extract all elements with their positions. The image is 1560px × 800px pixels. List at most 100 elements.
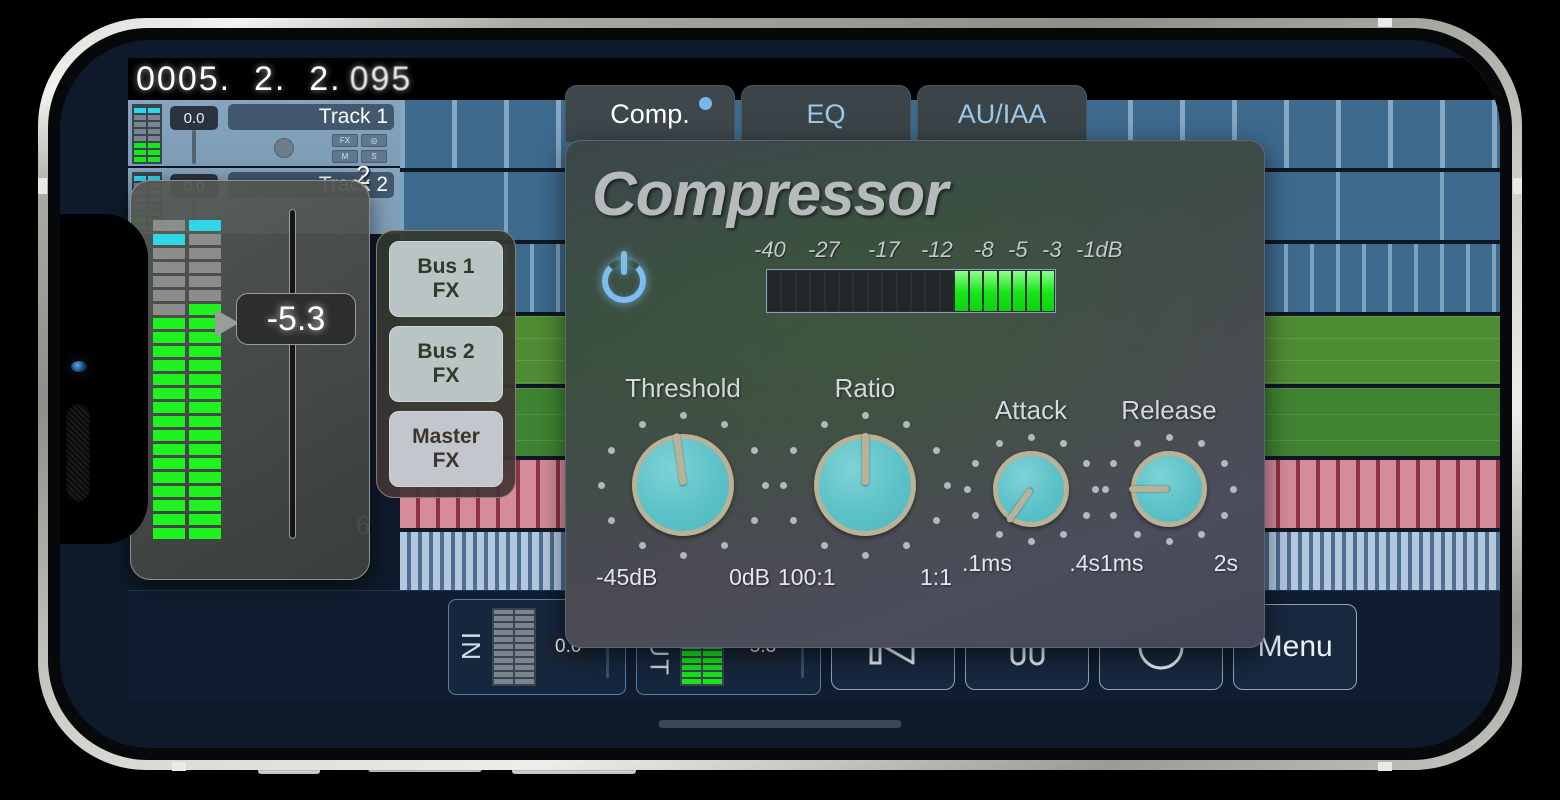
meter-segment	[811, 271, 823, 311]
front-camera-icon	[64, 352, 94, 382]
knob-pointer	[862, 433, 869, 485]
track-gain-value[interactable]: 0.0	[170, 106, 218, 130]
knob-row: Threshold -45dB 0dB Ratio 100:1	[566, 359, 1266, 599]
knob-tick-dot	[862, 412, 869, 419]
knob-tick-dot	[1028, 538, 1035, 545]
knob-tick-dot	[790, 447, 797, 454]
knob-ratio[interactable]: Ratio 100:1 1:1	[778, 373, 952, 591]
knob-tick-dot	[1060, 531, 1067, 538]
tab-au-iaa[interactable]: AU/IAA	[917, 85, 1087, 142]
knob-attack-max: .4s	[1069, 550, 1100, 577]
knob-threshold[interactable]: Threshold -45dB 0dB	[596, 373, 770, 591]
meter-segment	[926, 271, 938, 311]
meter-segment	[1042, 271, 1054, 311]
bus-2-fx-button[interactable]: Bus 2 FX	[389, 326, 503, 402]
fader-popup-meter	[153, 209, 221, 539]
tab-active-dot-icon	[699, 97, 712, 110]
meter-segment	[797, 271, 809, 311]
fader-popup-track[interactable]	[289, 209, 296, 539]
scale-label: -8	[974, 237, 994, 263]
bus-1-fx-line1: Bus 1	[417, 255, 474, 279]
scale-label: -17	[868, 237, 900, 263]
meter-segment	[970, 271, 982, 311]
tab-comp[interactable]: Comp.	[565, 85, 735, 142]
pan-knob[interactable]	[274, 138, 294, 158]
master-fx-button[interactable]: Master FX	[389, 411, 503, 487]
knob-tick-dot	[1083, 460, 1090, 467]
knob-tick-dot	[944, 482, 951, 489]
knob-tick-dot	[721, 421, 728, 428]
knob-attack-min: .1ms	[962, 550, 1012, 577]
knob-release-label: Release	[1100, 395, 1238, 426]
meter-segment	[782, 271, 794, 311]
knob-tick-dot	[821, 542, 828, 549]
knob-tick-dot	[721, 542, 728, 549]
knob-release-min: 1ms	[1100, 550, 1143, 577]
master-fx-line2: FX	[433, 449, 460, 473]
knob-tick-dot	[996, 531, 1003, 538]
fader-popup[interactable]: -5.3	[130, 180, 370, 580]
knob-tick-dot	[1221, 512, 1228, 519]
knob-tick-dot	[903, 421, 910, 428]
track-fader[interactable]	[192, 130, 196, 164]
knob-tick-dot	[608, 517, 615, 524]
meter-segment	[1027, 271, 1039, 311]
earpiece-speaker-icon	[66, 404, 90, 502]
knob-tick-dot	[1221, 460, 1228, 467]
knob-tick-dot	[1092, 486, 1099, 493]
knob-tick-dot	[964, 486, 971, 493]
meter-segment	[1013, 271, 1025, 311]
tab-comp-label: Comp.	[610, 99, 690, 130]
knob-tick-dot	[1198, 531, 1205, 538]
knob-tick-dot	[680, 552, 687, 559]
knob-release[interactable]: Release 1ms 2s	[1100, 395, 1238, 577]
knob-tick-dot	[790, 517, 797, 524]
knob-tick-dot	[903, 542, 910, 549]
track-name[interactable]: Track 1	[228, 104, 394, 130]
knob-attack-label: Attack	[962, 395, 1100, 426]
knob-tick-dot	[639, 542, 646, 549]
knob-tick-dot	[972, 512, 979, 519]
bus-2-fx-line2: FX	[433, 364, 460, 388]
knob-tick-dot	[1110, 460, 1117, 467]
track-record-button[interactable]: ◎	[361, 134, 387, 147]
input-label: IN	[449, 632, 492, 662]
gain-reduction-meter	[766, 269, 1056, 313]
meter-segment	[984, 271, 996, 311]
bus-2-fx-line1: Bus 2	[417, 340, 474, 364]
meter-segment	[898, 271, 910, 311]
knob-tick-dot	[780, 482, 787, 489]
track-row[interactable]: 0.0 Track 1 FX ◎ M S	[128, 100, 400, 168]
track-mute-button[interactable]: M	[332, 150, 358, 163]
meter-segment	[869, 271, 881, 311]
meter-column-right	[189, 209, 221, 539]
home-indicator[interactable]	[659, 720, 902, 728]
power-icon[interactable]	[598, 249, 652, 303]
timecode-ticking: 095	[342, 60, 413, 99]
track-fx-button[interactable]: FX	[332, 134, 358, 147]
knob-tick-dot	[821, 421, 828, 428]
input-meter	[492, 608, 536, 686]
master-fx-line1: Master	[412, 425, 480, 449]
meter-segment	[840, 271, 852, 311]
tab-eq[interactable]: EQ	[741, 85, 911, 142]
meter-segment	[826, 271, 838, 311]
knob-tick-dot	[751, 517, 758, 524]
knob-threshold-max: 0dB	[729, 564, 770, 591]
knob-tick-dot	[1060, 440, 1067, 447]
scale-label: -40	[754, 237, 786, 263]
knob-attack[interactable]: Attack .1ms .4s	[962, 395, 1100, 577]
bus-fx-popup[interactable]: Bus 1 FX Bus 2 FX Master FX	[376, 230, 516, 498]
knob-tick-dot	[933, 447, 940, 454]
meter-column-left	[153, 209, 185, 539]
antenna-line	[1378, 762, 1392, 771]
antenna-line	[1513, 178, 1522, 194]
knob-tick-dot	[762, 482, 769, 489]
scale-label: -5	[1008, 237, 1028, 263]
knob-tick-dot	[1102, 486, 1109, 493]
meter-segment	[768, 271, 780, 311]
phone-screen: 0005. 2. 2.095 0.0	[60, 40, 1500, 748]
bus-1-fx-button[interactable]: Bus 1 FX	[389, 241, 503, 317]
scale-label: -12	[921, 237, 953, 263]
timecode-value: 0005. 2. 2.	[128, 60, 342, 99]
